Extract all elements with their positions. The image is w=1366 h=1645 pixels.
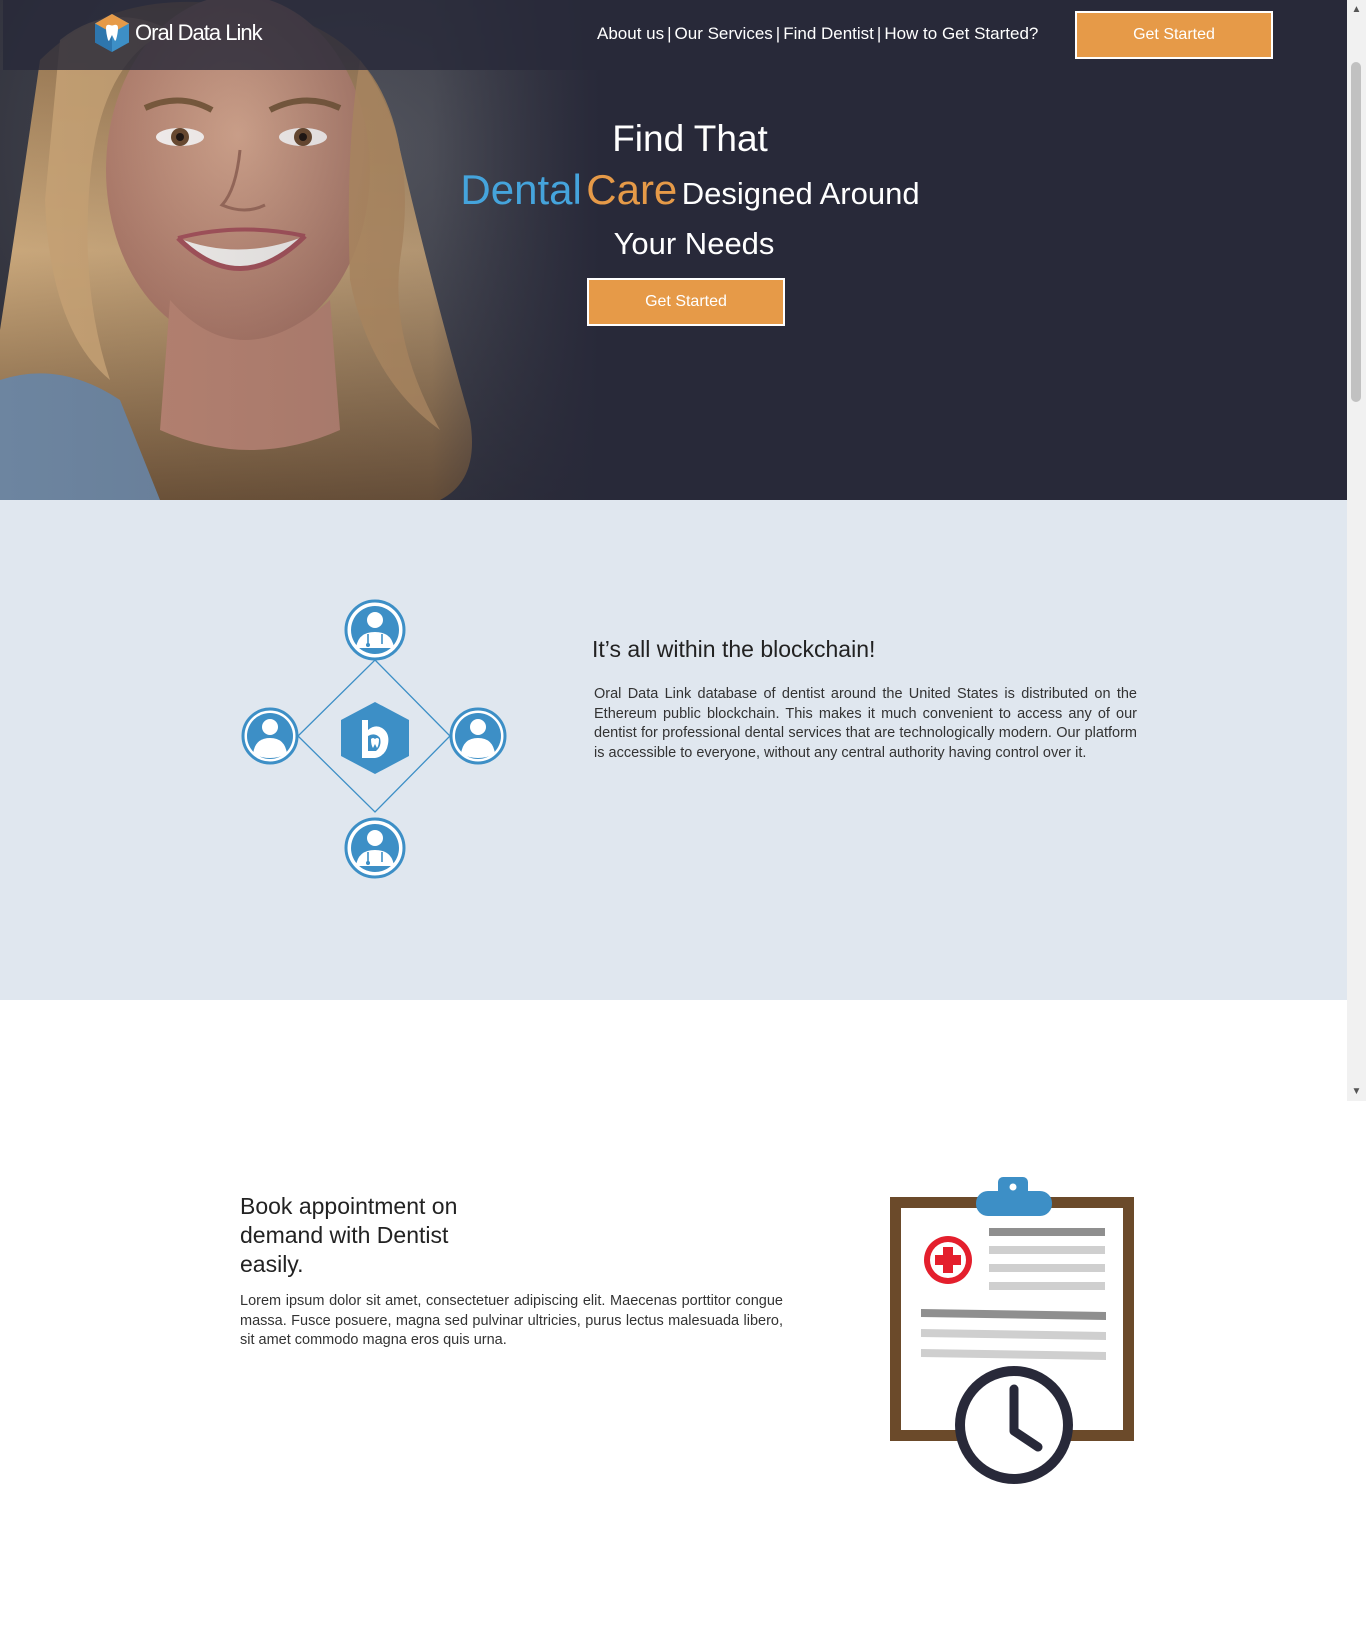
blockchain-description: Oral Data Link database of dentist aroun…: [594, 686, 1137, 761]
hero-line-find-that: Find That: [612, 118, 768, 159]
nav-separator: |: [876, 24, 882, 43]
blockchain-section: It’s all within the blockchain! Oral Dat…: [0, 500, 1347, 1000]
scroll-thumb[interactable]: [1351, 62, 1361, 402]
brand-name: Oral Data Link: [135, 20, 263, 45]
blockchain-network-diagram: [241, 599, 507, 879]
brand-logo[interactable]: Oral Data Link: [93, 13, 263, 53]
top-navbar: Oral Data Link About us | Our Services | Fin…: [3, 0, 1347, 70]
dentist-icon: [344, 817, 406, 879]
booking-description: Lorem ipsum dolor sit amet, consectetuer…: [240, 1293, 783, 1348]
dentist-icon: [344, 599, 406, 661]
nav-link-find-dentist[interactable]: Find Dentist: [783, 24, 874, 43]
booking-title: Book appointment on demand with Dentist …: [240, 1193, 458, 1277]
scroll-up-arrow-icon[interactable]: ▲: [1347, 0, 1366, 19]
hero-get-started-button[interactable]: Get Started: [587, 278, 785, 326]
hero-words-designed-around: Designed Around: [681, 176, 920, 211]
user-icon: [241, 707, 299, 765]
nav-separator: |: [667, 24, 672, 43]
nav-link-about-us[interactable]: About us: [597, 24, 664, 43]
nav-link-our-services[interactable]: Our Services: [675, 24, 773, 43]
user-icon: [449, 707, 507, 765]
hero-line-dental-care: Dental Care Designed Around: [420, 166, 960, 224]
hero-word-dental: Dental: [460, 166, 582, 213]
logo-hex-icon: [341, 702, 409, 774]
hero-headline: Find That Dental Care Designed Around Yo…: [420, 118, 960, 264]
nav-link-how-to-get-started[interactable]: How to Get Started?: [884, 24, 1038, 43]
nav-get-started-button[interactable]: Get Started: [1075, 11, 1273, 59]
nav-links: About us | Our Services | Find Dentist | How t…: [597, 24, 1038, 44]
hero-line-your-needs: Your Needs: [613, 226, 775, 261]
hero-section: Oral Data Link About us | Our Services | Fin…: [0, 0, 1347, 500]
nav-separator: |: [775, 24, 781, 43]
clipboard-clock-icon: [890, 1177, 1134, 1484]
scroll-down-arrow-icon[interactable]: ▼: [1347, 1082, 1366, 1101]
blockchain-title: It’s all within the blockchain!: [592, 636, 876, 662]
vertical-scrollbar[interactable]: ▲ ▼: [1347, 0, 1366, 1101]
hero-word-care: Care: [586, 166, 678, 213]
logo-hex-icon: [95, 14, 129, 52]
